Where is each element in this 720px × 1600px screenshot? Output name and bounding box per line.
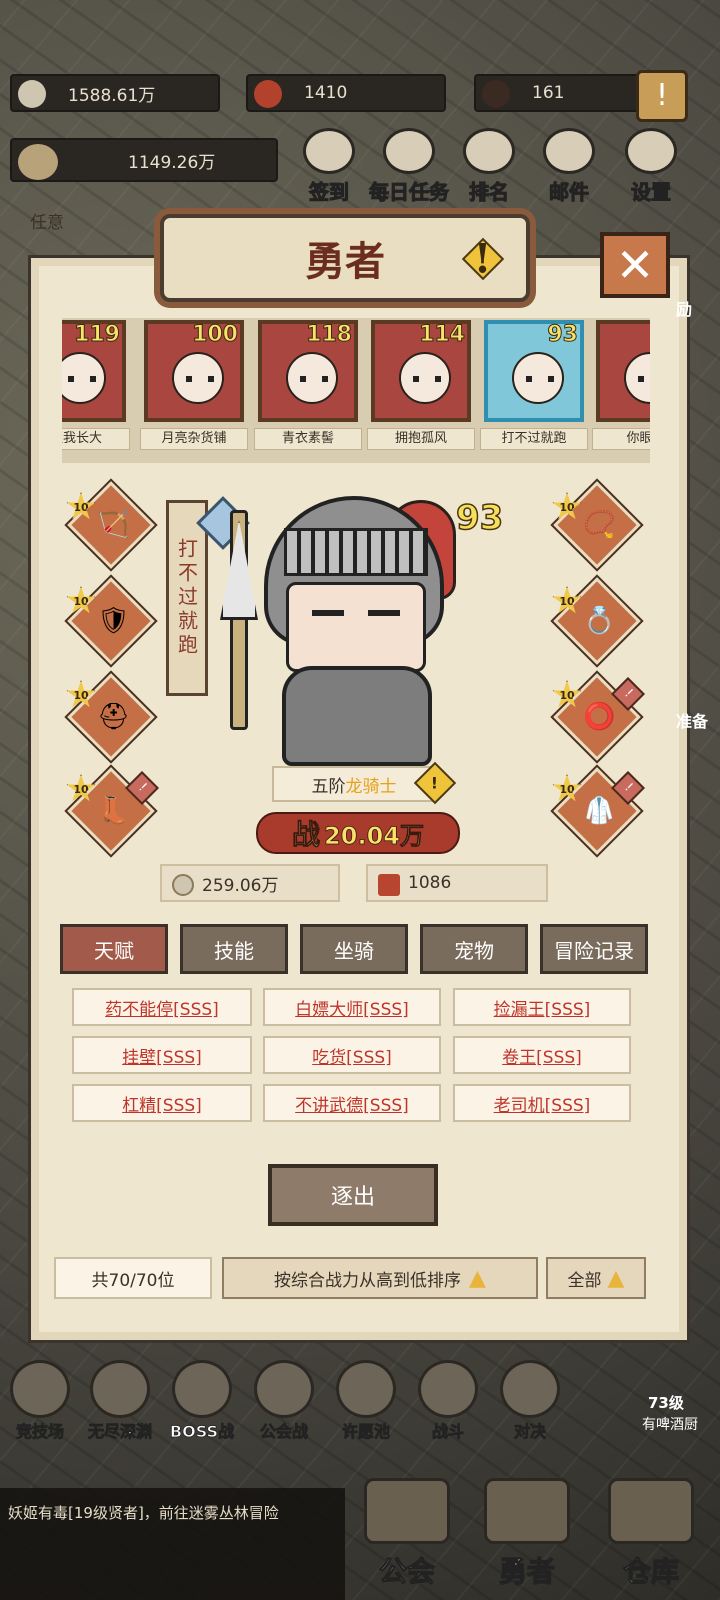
gold-resource: 1588.61万 [10,74,220,112]
close-button[interactable]: ✕ [600,232,670,298]
combat-power: 战 20.04万 [256,812,460,854]
mode-arena[interactable]: 竞技场 [4,1360,76,1442]
hero-illustration [220,470,476,770]
nav-heroes[interactable]: 勇者 [472,1478,582,1593]
task-hint: 任意 [30,213,64,233]
talent-item[interactable]: 不讲武德[SSS] [263,1084,441,1122]
tab-talent[interactable]: 天赋 [60,924,168,974]
hero-card[interactable]: 114 拥抱孤风 [367,320,475,460]
nav-warehouse[interactable]: 仓库 [596,1478,706,1593]
hero-portrait: 118 [258,320,358,422]
notice-icon[interactable]: ! [636,70,688,122]
mode-duel[interactable]: 对决 [494,1360,566,1442]
scroll-icon [378,874,400,896]
feather-icon [303,128,355,174]
bracelet-icon: ⭕ [583,702,616,732]
tab-skill[interactable]: 技能 [180,924,288,974]
knight-helmet-icon [484,1478,570,1544]
arrow-up-icon: ▲ [607,1265,625,1291]
hero-count: 共70/70位 [54,1257,212,1299]
nav-guild[interactable]: 公会 [352,1478,462,1593]
ranking-button[interactable]: 排名 [456,128,522,205]
talent-item[interactable]: 捡漏王[SSS] [453,988,631,1026]
talent-item[interactable]: 药不能停[SSS] [72,988,252,1026]
tab-pet[interactable]: 宠物 [420,924,528,974]
talent-item[interactable]: 杠精[SSS] [72,1084,252,1122]
hero-card[interactable]: 100 月亮杂货铺 [140,320,248,460]
daily-task-button[interactable]: 每日任务 [368,128,450,205]
mode-wishing-well[interactable]: 许愿池 [330,1360,402,1442]
hero-list[interactable]: 119 让我长大 100 月亮杂货铺 118 青衣素髻 114 拥抱孤风 93 … [62,318,650,463]
well-icon [336,1360,396,1418]
hero-portrait: 114 [371,320,471,422]
panel-title: 勇者 ! [160,214,530,302]
honor-shield-icon [254,80,282,108]
hero-card[interactable]: 你眼里 [592,320,650,460]
bg-label: 准备 [676,712,709,731]
crossbow-icon: 🏹 [97,510,130,540]
talent-item[interactable]: 白嫖大师[SSS] [263,988,441,1026]
info-icon[interactable]: ! [461,236,505,283]
hero-card[interactable]: 119 让我长大 [62,320,130,460]
dismiss-button[interactable]: 逐出 [268,1164,438,1226]
hero-portrait: 93 [484,320,584,422]
bg-label: 73级 [648,1394,684,1412]
trophy-icon [463,128,515,174]
mode-guild-war[interactable]: 公会战 [248,1360,320,1442]
gem-icon [482,80,510,108]
hero-level: 93 [455,497,504,539]
coat-icon: 🥼 [583,796,616,826]
helmet-icon: ⛑ [97,702,131,732]
boss-helmet-icon [172,1360,232,1418]
boots-icon: 👢 [97,796,130,826]
hero-card[interactable]: 118 青衣素髻 [254,320,362,460]
task-book-icon [383,128,435,174]
tab-mount[interactable]: 坐骑 [300,924,408,974]
chat-message[interactable]: 妖姬有毒[19级贤者]，前往迷雾丛林冒险 [0,1488,345,1600]
bg-label: 有啤酒厨 [642,1417,698,1433]
talent-item[interactable]: 老司机[SSS] [453,1084,631,1122]
arrow-up-icon: ▲ [469,1265,486,1291]
hero-class-label: 五阶 龙骑士 [272,766,436,802]
hero-card-selected[interactable]: 93 打不过就跑 [480,320,588,460]
mail-button[interactable]: 邮件 [536,128,602,205]
envelope-icon [543,128,595,174]
settings-button[interactable]: 设置 [618,128,684,205]
ring-icon: 💍 [583,606,616,636]
target-icon [10,1360,70,1418]
coin-icon [18,80,46,108]
hero-portrait: 100 [144,320,244,422]
checkin-button[interactable]: 签到 [296,128,362,205]
sort-button[interactable]: 按综合战力从高到低排序 ▲ [222,1257,538,1299]
filter-button[interactable]: 全部 ▲ [546,1257,646,1299]
mode-abyss[interactable]: 无尽深渊 [84,1360,156,1442]
power-crest-icon [18,144,58,180]
mode-boss[interactable]: BOSS战 [166,1360,238,1442]
mode-battle[interactable]: 战斗 [412,1360,484,1442]
bg-label: 励 [676,300,693,319]
hero-gold-stat: 259.06万 [160,864,340,902]
talent-item[interactable]: 吃货[SSS] [263,1036,441,1074]
guild-hall-icon [364,1478,450,1544]
coin-icon [172,874,194,896]
fist-icon [500,1360,560,1418]
talent-item[interactable]: 卷王[SSS] [453,1036,631,1074]
tent-icon [608,1478,694,1544]
hero-portrait: 119 [62,320,126,422]
power-resource: 1149.26万 [10,138,278,182]
swords-icon [418,1360,478,1418]
armor-icon: 🛡 [97,606,131,636]
talent-item[interactable]: 挂壁[SSS] [72,1036,252,1074]
tab-adventure-log[interactable]: 冒险记录 [540,924,648,974]
necklace-icon: 📿 [583,510,616,540]
hero-portrait [596,320,650,422]
gear-icon [625,128,677,174]
honor-resource: 1410 [246,74,446,112]
banner-icon [254,1360,314,1418]
abyss-icon [90,1360,150,1418]
hero-scroll-stat: 1086 [366,864,548,902]
